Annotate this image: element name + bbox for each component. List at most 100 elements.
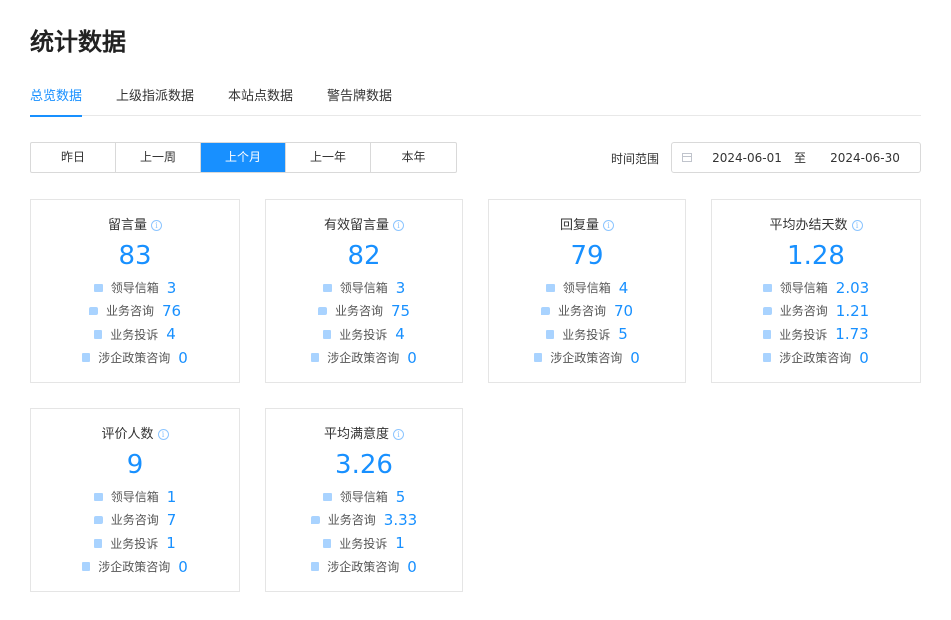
range-last-week-button[interactable]: 上一周 bbox=[116, 143, 201, 172]
card-title: 留言量 bbox=[107, 218, 147, 233]
row-label: 业务咨询 bbox=[327, 513, 376, 528]
list-item: 业务咨询 75 bbox=[266, 299, 462, 322]
card-title: 评价人数 bbox=[101, 427, 154, 442]
row-label: 涉企政策咨询 bbox=[98, 560, 171, 575]
row-label: 领导信箱 bbox=[562, 281, 611, 296]
row-value: 3.33 bbox=[383, 510, 418, 529]
row-value: 2.03 bbox=[835, 278, 870, 297]
row-label: 领导信箱 bbox=[779, 281, 828, 296]
list-item: 领导信箱 4 bbox=[489, 276, 685, 299]
date-range-label: 时间范围 bbox=[611, 152, 660, 166]
row-value: 0 bbox=[178, 557, 188, 576]
row-value: 1 bbox=[166, 534, 176, 553]
row-label: 业务咨询 bbox=[105, 304, 154, 319]
row-label: 业务投诉 bbox=[110, 327, 159, 342]
list-item: 领导信箱 2.03 bbox=[712, 276, 920, 299]
stat-card-raters: 评价人数 i 9 领导信箱 1 业务咨询 7 业务投诉 1 涉企政策咨询 0 bbox=[30, 408, 240, 592]
list-item: 领导信箱 5 bbox=[266, 485, 462, 508]
chat-icon bbox=[88, 306, 98, 315]
card-title: 有效留言量 bbox=[323, 218, 389, 233]
card-value: 79 bbox=[570, 241, 604, 271]
list-item: 业务投诉 4 bbox=[266, 323, 462, 346]
row-label: 业务投诉 bbox=[339, 536, 388, 551]
row-value: 3 bbox=[166, 278, 177, 297]
time-range-group: 昨日 上一周 上个月 上一年 本年 bbox=[30, 142, 457, 173]
chat-icon bbox=[317, 306, 327, 315]
list-item: 业务咨询 76 bbox=[31, 299, 239, 322]
range-yesterday-button[interactable]: 昨日 bbox=[31, 143, 116, 172]
row-label: 业务咨询 bbox=[334, 304, 383, 319]
mail-icon bbox=[322, 283, 332, 292]
mail-icon bbox=[93, 492, 103, 501]
row-value: 4 bbox=[618, 278, 629, 297]
list-item: 涉企政策咨询 0 bbox=[31, 346, 239, 369]
row-label: 业务投诉 bbox=[562, 327, 611, 342]
document-icon bbox=[546, 329, 555, 339]
stat-card-replies: 回复量 i 79 领导信箱 4 业务咨询 70 业务投诉 5 涉企政策咨询 0 bbox=[488, 199, 686, 383]
file-icon bbox=[82, 353, 91, 363]
page-title: 统计数据 bbox=[30, 28, 126, 56]
row-value: 70 bbox=[613, 301, 634, 320]
file-icon bbox=[82, 562, 91, 572]
info-icon[interactable]: i bbox=[603, 220, 614, 231]
date-separator: 至 bbox=[794, 151, 807, 165]
document-icon bbox=[323, 329, 332, 339]
tab-warning[interactable]: 警告牌数据 bbox=[327, 86, 392, 116]
row-value: 3 bbox=[395, 278, 406, 297]
row-value: 0 bbox=[178, 348, 188, 367]
document-icon bbox=[94, 329, 103, 339]
tab-overview[interactable]: 总览数据 bbox=[30, 86, 83, 117]
row-label: 领导信箱 bbox=[339, 490, 388, 505]
list-item: 涉企政策咨询 0 bbox=[266, 346, 462, 369]
row-value: 7 bbox=[166, 510, 177, 529]
list-item: 涉企政策咨询 0 bbox=[266, 555, 462, 578]
list-item: 涉企政策咨询 0 bbox=[489, 346, 685, 369]
info-icon[interactable]: i bbox=[151, 220, 162, 231]
info-icon[interactable]: i bbox=[851, 220, 863, 231]
date-start-input[interactable]: 2024-06-01 bbox=[712, 151, 782, 165]
row-value: 1 bbox=[395, 534, 405, 553]
row-label: 业务咨询 bbox=[110, 513, 159, 528]
date-end-input[interactable]: 2024-06-30 bbox=[820, 151, 910, 165]
tab-assigned[interactable]: 上级指派数据 bbox=[116, 86, 194, 116]
list-item: 领导信箱 1 bbox=[31, 485, 239, 508]
list-item: 业务咨询 1.21 bbox=[712, 299, 920, 322]
range-last-year-button[interactable]: 上一年 bbox=[286, 143, 371, 172]
row-value: 4 bbox=[395, 325, 405, 344]
file-icon bbox=[311, 353, 320, 363]
info-icon[interactable]: i bbox=[157, 429, 169, 440]
row-value: 5 bbox=[618, 325, 628, 344]
mail-icon bbox=[93, 283, 103, 292]
list-item: 领导信箱 3 bbox=[266, 276, 462, 299]
tab-bar: 总览数据 上级指派数据 本站点数据 警告牌数据 bbox=[30, 86, 921, 117]
tab-site[interactable]: 本站点数据 bbox=[228, 86, 293, 116]
list-item: 业务投诉 1 bbox=[266, 532, 462, 555]
list-item: 业务咨询 3.33 bbox=[266, 508, 462, 531]
row-value: 75 bbox=[390, 301, 411, 320]
list-item: 业务投诉 5 bbox=[489, 323, 685, 346]
row-value: 0 bbox=[859, 348, 869, 367]
chat-icon bbox=[540, 306, 550, 315]
row-value: 0 bbox=[630, 348, 640, 367]
stat-card-messages: 留言量 i 83 领导信箱 3 业务咨询 76 业务投诉 4 涉企政策咨询 0 bbox=[30, 199, 240, 383]
row-label: 业务投诉 bbox=[339, 327, 388, 342]
row-label: 涉企政策咨询 bbox=[98, 351, 171, 366]
list-item: 业务投诉 1 bbox=[31, 532, 239, 555]
list-item: 涉企政策咨询 0 bbox=[712, 346, 920, 369]
list-item: 业务咨询 70 bbox=[489, 299, 685, 322]
row-label: 涉企政策咨询 bbox=[327, 560, 400, 575]
row-label: 业务投诉 bbox=[110, 536, 159, 551]
list-item: 业务投诉 4 bbox=[31, 323, 239, 346]
range-last-month-button[interactable]: 上个月 bbox=[201, 143, 286, 172]
list-item: 领导信箱 3 bbox=[31, 276, 239, 299]
row-label: 业务咨询 bbox=[557, 304, 606, 319]
calendar-icon bbox=[682, 153, 692, 162]
row-label: 涉企政策咨询 bbox=[779, 351, 852, 366]
range-this-year-button[interactable]: 本年 bbox=[371, 143, 456, 172]
row-value: 4 bbox=[166, 325, 176, 344]
card-value: 83 bbox=[118, 241, 152, 271]
date-range-picker[interactable]: 2024-06-01 至 2024-06-30 bbox=[671, 142, 921, 173]
info-icon[interactable]: i bbox=[393, 429, 404, 440]
info-icon[interactable]: i bbox=[393, 220, 404, 231]
row-label: 涉企政策咨询 bbox=[327, 351, 400, 366]
